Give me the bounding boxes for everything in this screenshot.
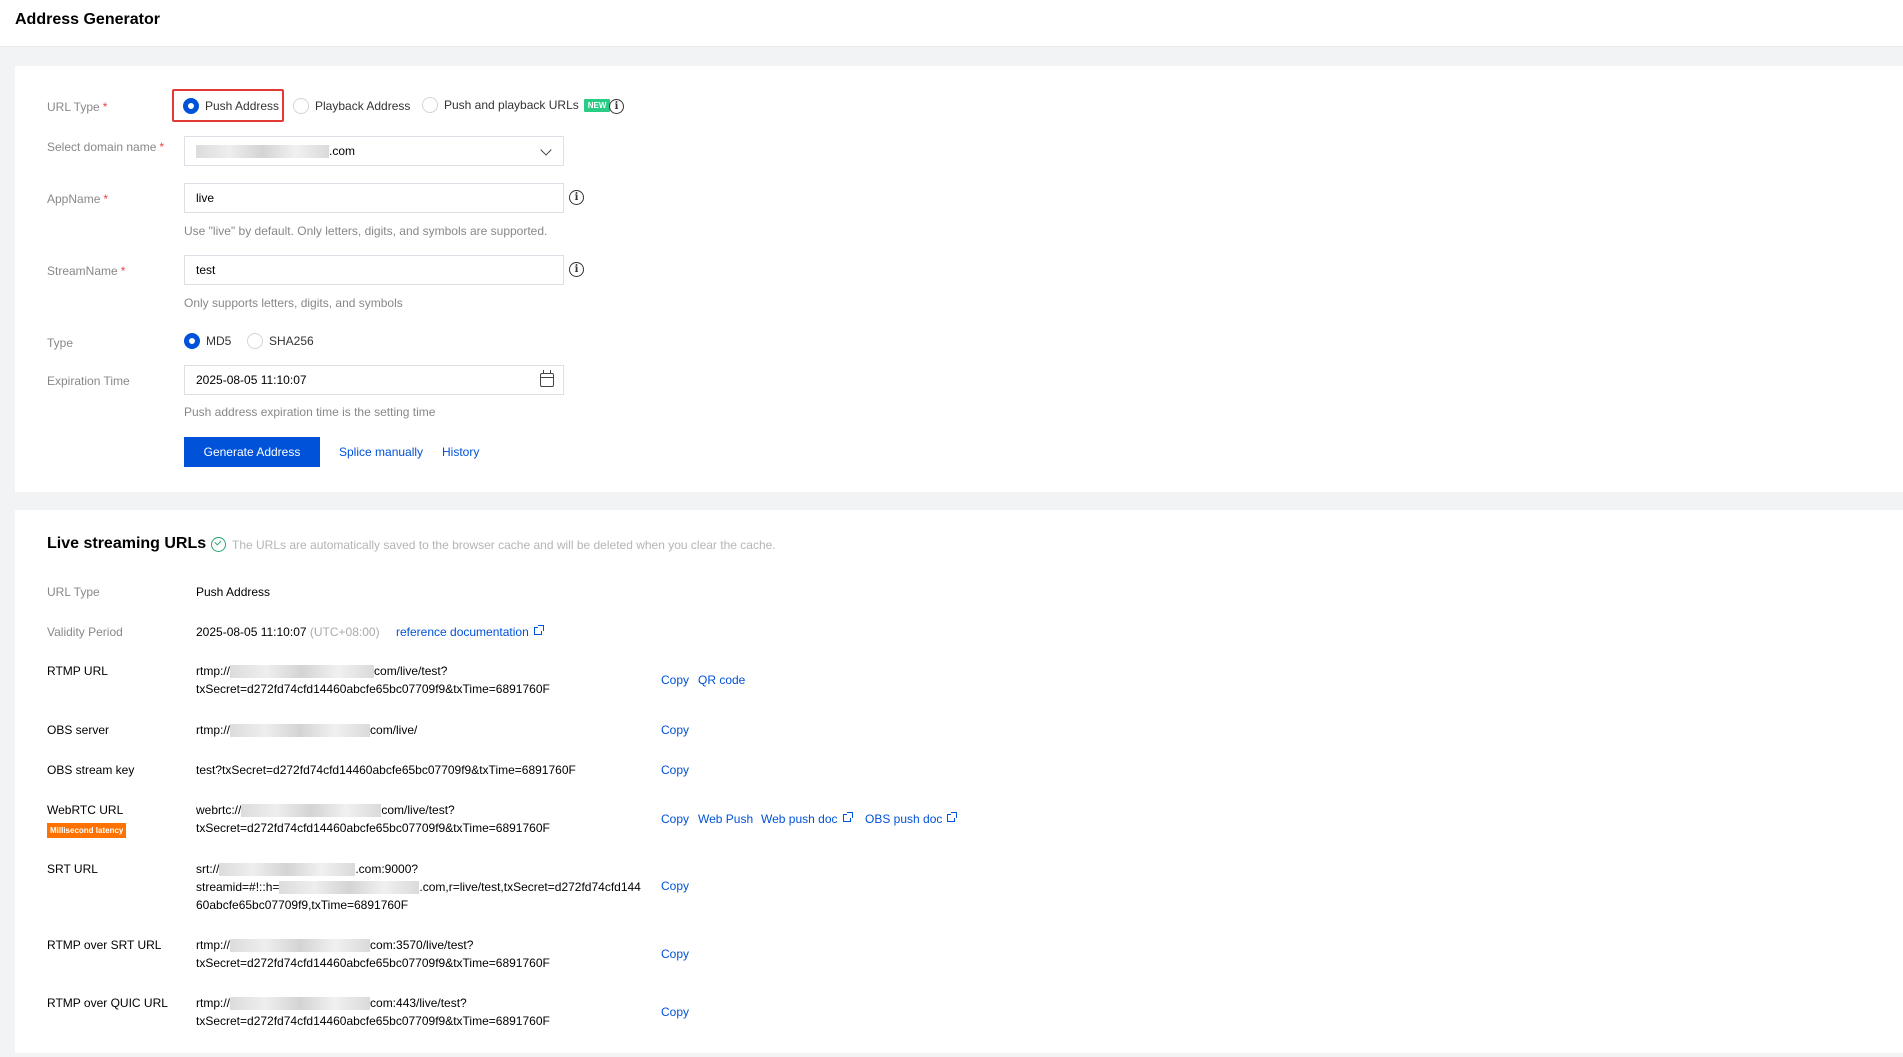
type-label: Type [47,336,74,350]
redacted-domain [230,724,371,738]
redacted-domain [230,997,371,1011]
appname-label: AppName * [47,192,109,206]
redacted-domain [241,804,382,818]
info-icon[interactable]: i [569,190,584,205]
rtmp-over-quic-value: rtmp://com:443/live/test? txSecret=d272f… [196,996,550,1028]
external-link-icon [947,812,958,822]
redacted-domain [230,939,371,953]
expiration-label: Expiration Time [47,374,130,388]
appname-input[interactable]: live [184,183,564,213]
appname-hint: Use "live" by default. Only letters, dig… [184,224,548,238]
validity-value: 2025-08-05 11:10:07 (UTC+08:00) [196,625,380,639]
reference-documentation-link[interactable]: reference documentation [396,625,544,639]
page-header: Address Generator [0,0,1903,47]
srt-url-label: SRT URL [47,862,98,876]
new-badge: NEW [583,98,611,112]
rtmp-over-quic-label: RTMP over QUIC URL [47,996,168,1010]
page-title: Address Generator [15,11,160,28]
generator-form-panel: URL Type * Push Address Playback Address … [15,66,1903,492]
radio-dot [247,333,263,349]
url-type-label: URL Type * [47,100,108,114]
radio-dot [184,333,200,349]
redacted-domain [230,665,375,679]
obs-stream-key-label: OBS stream key [47,763,135,777]
splice-manually-link[interactable]: Splice manually [339,445,423,459]
radio-dot [422,97,438,113]
obs-server-value: rtmp://com/live/ [196,723,418,738]
srt-url-value: srt://.com:9000? streamid=#!::h= .com,r=l… [196,862,641,912]
webrtc-url-value: webrtc://com/live/test? txSecret=d272fd7… [196,803,550,835]
radio-playback-address[interactable]: Playback Address [293,98,410,114]
calendar-icon [540,370,554,387]
copy-obs-key-button[interactable]: Copy [661,763,689,777]
radio-push-address[interactable]: Push Address [183,98,279,114]
domain-label: Select domain name * [47,140,165,154]
external-link-icon [842,812,853,822]
live-streaming-urls-panel: Live streaming URLs The URLs are automat… [15,510,1903,1053]
radio-md5[interactable]: MD5 [184,333,231,349]
web-push-doc-link[interactable]: Web push doc [761,812,853,826]
rtmp-over-srt-value: rtmp://com:3570/live/test? txSecret=d272… [196,938,550,970]
streamname-label: StreamName * [47,264,126,278]
radio-dot [183,98,199,114]
obs-server-label: OBS server [47,723,110,737]
info-icon[interactable]: i [609,99,624,114]
streamname-hint: Only supports letters, digits, and symbo… [184,296,403,310]
history-link[interactable]: History [442,445,479,459]
millisecond-latency-badge: Millisecond latency [47,823,127,838]
rtmp-url-value: rtmp://com/live/test? txSecret=d272fd74c… [196,664,550,696]
obs-push-doc-link[interactable]: OBS push doc [865,812,958,826]
copy-rtmp-button[interactable]: Copy [661,673,689,687]
obs-stream-key-value: test?txSecret=d272fd74cfd14460abcfe65bc0… [196,763,576,777]
qr-code-link[interactable]: QR code [698,673,745,687]
redacted-domain [279,881,420,895]
url-type-value: Push Address [196,585,271,599]
rtmp-over-srt-label: RTMP over SRT URL [47,938,162,952]
url-type-label: URL Type [47,585,100,599]
info-icon[interactable]: i [569,262,584,277]
radio-sha256[interactable]: SHA256 [247,333,314,349]
cache-note: The URLs are automatically saved to the … [232,538,776,552]
domain-select[interactable]: .com [184,136,564,166]
web-push-link[interactable]: Web Push [698,812,753,826]
webrtc-url-label: WebRTC URL [47,803,124,817]
copy-webrtc-button[interactable]: Copy [661,812,689,826]
expiration-hint: Push address expiration time is the sett… [184,405,436,419]
copy-rtmp-over-quic-button[interactable]: Copy [661,1005,689,1019]
redacted-domain [196,144,329,158]
redacted-domain [219,863,356,877]
section-title: Live streaming URLs [47,535,207,552]
rtmp-url-label: RTMP URL [47,664,108,678]
copy-obs-server-button[interactable]: Copy [661,723,689,737]
expiration-datepicker[interactable]: 2025-08-05 11:10:07 [184,365,564,395]
check-circle-icon [211,537,226,552]
streamname-input[interactable]: test [184,255,564,285]
external-link-icon [533,625,544,635]
radio-push-and-playback[interactable]: Push and playback URLs NEW [422,97,611,113]
copy-srt-button[interactable]: Copy [661,879,689,893]
chevron-down-icon [540,144,552,156]
validity-label: Validity Period [47,625,123,639]
radio-dot [293,98,309,114]
copy-rtmp-over-srt-button[interactable]: Copy [661,947,689,961]
generate-address-button[interactable]: Generate Address [184,437,320,467]
